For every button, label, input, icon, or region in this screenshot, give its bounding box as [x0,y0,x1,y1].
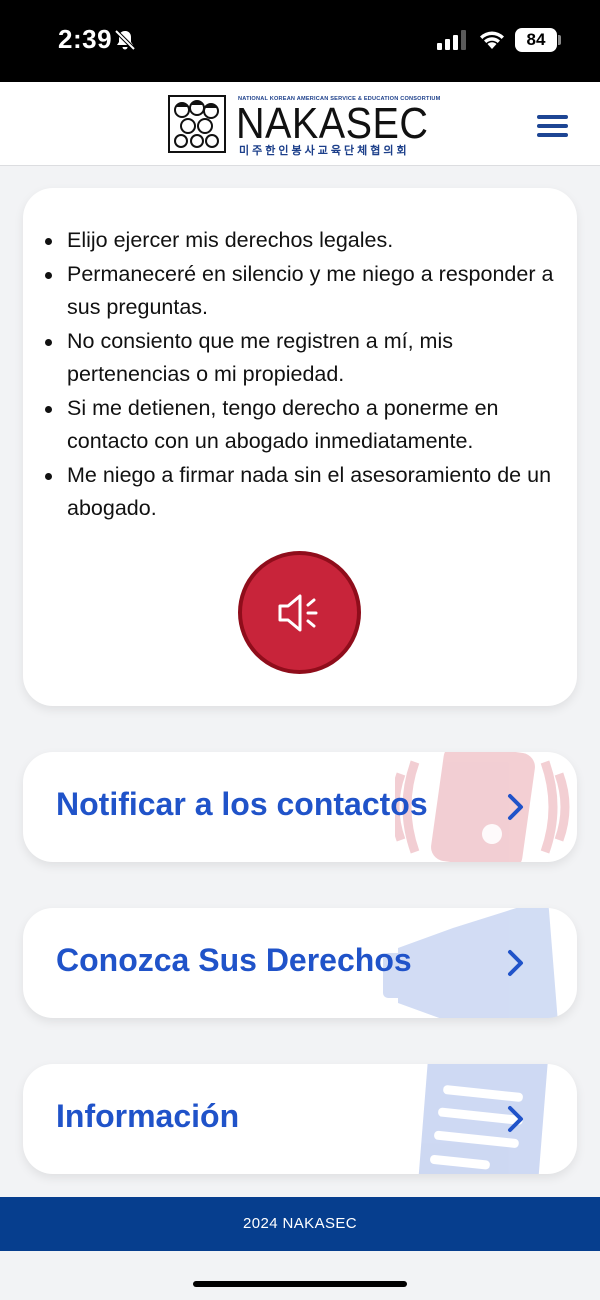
speaker-icon [278,594,318,632]
chevron-right-icon [508,794,523,820]
speak-button[interactable] [238,551,361,674]
logo-wordmark: NAKASEC [236,99,429,148]
footer: 2024 NAKASEC [0,1197,600,1251]
hamburger-line [537,133,568,137]
signal-icon [437,30,466,50]
chevron-right-icon [508,950,523,976]
rights-item: Si me detienen, tengo derecho a ponerme … [45,392,567,459]
status-time: 2:39 [58,24,113,54]
battery-nub [558,35,561,45]
menu-button[interactable] [537,112,571,140]
rights-item: Me niego a firmar nada sin el asesoramie… [45,459,567,526]
battery-indicator: 84 [515,28,557,52]
wifi-icon [480,31,504,49]
rights-item: Elijo ejercer mis derechos legales. [45,224,567,258]
bell-muted-icon [114,29,136,51]
status-bar: 2:39 84 [0,0,600,82]
logo-badge [168,95,226,153]
nakasec-logo[interactable]: NATIONAL KOREAN AMERICAN SERVICE & EDUCA… [168,95,440,157]
hamburger-line [537,115,568,119]
information-card[interactable]: Información [23,1064,577,1174]
logo-faces-icon [174,100,219,148]
rights-item: Permaneceré en silencio y me niego a res… [45,258,567,325]
rights-item: No consiento que me registren a mí, mis … [45,325,567,392]
know-your-rights-card[interactable]: Conozca Sus Derechos [23,908,577,1018]
home-indicator [193,1281,407,1287]
know-your-rights-label: Conozca Sus Derechos [56,942,412,978]
information-label: Información [56,1098,240,1134]
rights-list: Elijo ejercer mis derechos legales. Perm… [45,224,567,526]
hamburger-line [537,124,568,128]
chevron-right-icon [508,1106,523,1132]
app-header: NATIONAL KOREAN AMERICAN SERVICE & EDUCA… [0,82,600,166]
document-icon [418,1064,548,1174]
notify-contacts-card[interactable]: Notificar a los contactos [23,752,577,862]
notify-contacts-label: Notificar a los contactos [56,786,428,822]
logo-korean-name: 미주한인봉사교육단체협의회 [239,145,410,157]
